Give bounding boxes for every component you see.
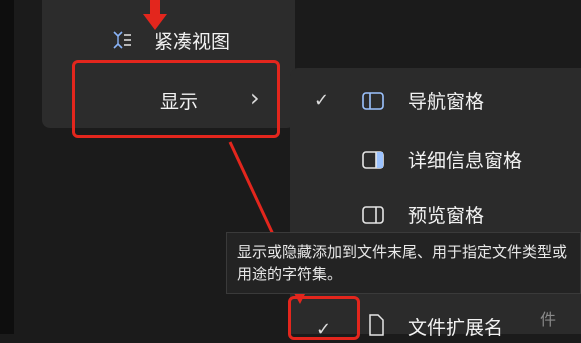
tooltip-text: 显示或隐藏添加到文件末尾、用于指定文件类型或用途的字符集。 bbox=[237, 243, 568, 283]
submenu-item-details-pane[interactable]: 详细信息窗格 bbox=[408, 145, 522, 173]
details-pane-label: 详细信息窗格 bbox=[408, 149, 523, 172]
window-edge bbox=[0, 0, 14, 334]
menu-item-compact-view[interactable]: 紧凑视图 bbox=[154, 26, 230, 54]
submenu-item-preview-pane[interactable]: 预览窗格 bbox=[408, 200, 484, 228]
annotation-box-show bbox=[72, 60, 280, 138]
check-icon: ✓ bbox=[314, 89, 330, 111]
background-text-fragment: 件 bbox=[540, 310, 557, 329]
navigation-pane-icon bbox=[362, 92, 384, 110]
tooltip: 显示或隐藏添加到文件末尾、用于指定文件类型或用途的字符集。 bbox=[226, 232, 581, 294]
annotation-arrowhead bbox=[143, 14, 167, 30]
submenu-item-file-extensions[interactable]: 文件扩展名 bbox=[408, 312, 503, 340]
show-submenu: ✓ 导航窗格 详细信息窗格 预览窗格 ✓ 文件扩展名 bbox=[290, 68, 581, 340]
file-extensions-label: 文件扩展名 bbox=[408, 316, 504, 339]
file-icon bbox=[368, 314, 384, 336]
compact-view-icon bbox=[112, 30, 132, 50]
preview-pane-icon bbox=[362, 206, 384, 224]
details-pane-icon bbox=[362, 151, 384, 169]
annotation-box-file-extensions bbox=[288, 296, 360, 340]
navigation-pane-label: 导航窗格 bbox=[408, 90, 485, 113]
preview-pane-label: 预览窗格 bbox=[408, 204, 485, 227]
submenu-item-navigation-pane[interactable]: 导航窗格 bbox=[408, 86, 484, 114]
compact-view-label: 紧凑视图 bbox=[154, 30, 231, 53]
